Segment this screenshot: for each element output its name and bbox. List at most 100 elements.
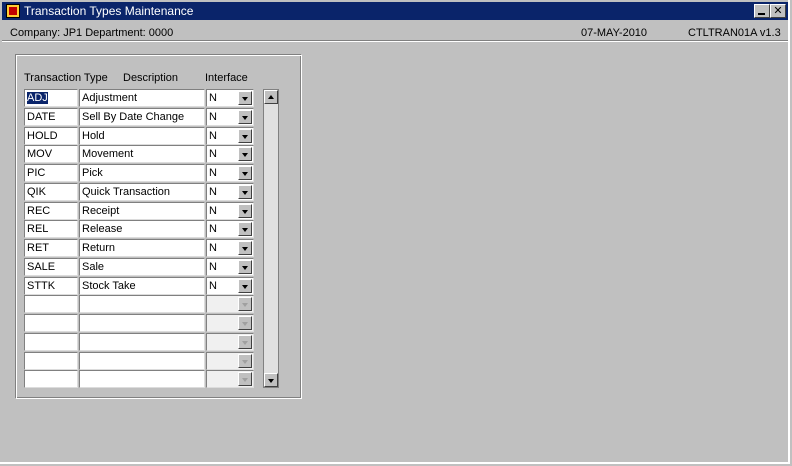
transaction-type-field[interactable]: REL <box>24 220 78 238</box>
chevron-down-icon[interactable] <box>238 204 252 218</box>
context-bar: Company: JP1 Department: 0000 07-MAY-201… <box>2 24 788 41</box>
description-field[interactable]: Release <box>79 220 205 238</box>
table-row: DATE Sell By Date Change N <box>24 108 254 126</box>
interface-select[interactable]: N <box>206 239 254 257</box>
interface-value: N <box>209 186 217 198</box>
description-field[interactable] <box>79 295 205 313</box>
interface-select[interactable] <box>206 314 254 332</box>
interface-value: N <box>209 280 217 292</box>
interface-select[interactable]: N <box>206 258 254 276</box>
chevron-down-icon[interactable] <box>238 222 252 236</box>
transaction-type-field[interactable]: MOV <box>24 145 78 163</box>
description-field[interactable]: Stock Take <box>79 277 205 295</box>
interface-select[interactable]: N <box>206 145 254 163</box>
interface-select[interactable] <box>206 333 254 351</box>
transaction-type-field[interactable]: DATE <box>24 108 78 126</box>
transaction-type-field[interactable]: ADJ <box>24 89 78 107</box>
transaction-type-field[interactable]: REC <box>24 202 78 220</box>
transaction-type-field[interactable] <box>24 333 78 351</box>
interface-select[interactable]: N <box>206 183 254 201</box>
transaction-type-field[interactable] <box>24 352 78 370</box>
table-row: QIK Quick Transaction N <box>24 183 254 201</box>
description-field[interactable]: Hold <box>79 127 205 145</box>
table-row: MOV Movement N <box>24 145 254 163</box>
transaction-type-field[interactable]: HOLD <box>24 127 78 145</box>
description-field[interactable] <box>79 314 205 332</box>
chevron-down-icon[interactable] <box>238 297 252 311</box>
chevron-down-icon[interactable] <box>238 185 252 199</box>
column-header-interface: Interface <box>205 72 248 84</box>
table-row <box>24 352 254 370</box>
transaction-type-field[interactable] <box>24 295 78 313</box>
company-department-label: Company: JP1 Department: 0000 <box>10 27 174 39</box>
interface-select[interactable] <box>206 352 254 370</box>
description-field[interactable]: Pick <box>79 164 205 182</box>
chevron-down-icon[interactable] <box>238 241 252 255</box>
interface-select[interactable]: N <box>206 220 254 238</box>
table-row: PIC Pick N <box>24 164 254 182</box>
interface-value: N <box>209 205 217 217</box>
chevron-down-icon[interactable] <box>238 316 252 330</box>
transaction-type-field[interactable]: SALE <box>24 258 78 276</box>
description-field[interactable]: Movement <box>79 145 205 163</box>
description-field[interactable] <box>79 333 205 351</box>
chevron-down-icon[interactable] <box>238 166 252 180</box>
interface-select[interactable] <box>206 295 254 313</box>
description-field[interactable] <box>79 370 205 388</box>
description-field[interactable]: Sell By Date Change <box>79 108 205 126</box>
column-header-transaction-type: Transaction Type <box>24 72 108 84</box>
transaction-type-field[interactable] <box>24 370 78 388</box>
interface-select[interactable]: N <box>206 202 254 220</box>
chevron-down-icon[interactable] <box>238 110 252 124</box>
transaction-type-value: REL <box>27 223 49 235</box>
transaction-type-field[interactable] <box>24 314 78 332</box>
form-version: CTLTRAN01A v1.3 <box>688 27 781 39</box>
chevron-down-icon[interactable] <box>238 147 252 161</box>
interface-select[interactable]: N <box>206 164 254 182</box>
chevron-down-icon[interactable] <box>238 354 252 368</box>
close-button[interactable]: ✕ <box>770 4 786 18</box>
transaction-type-field[interactable]: QIK <box>24 183 78 201</box>
scroll-down-arrow-icon[interactable] <box>264 373 278 387</box>
table-row: REC Receipt N <box>24 202 254 220</box>
transaction-type-field[interactable]: PIC <box>24 164 78 182</box>
transaction-type-value: PIC <box>27 167 46 179</box>
chevron-down-icon[interactable] <box>238 129 252 143</box>
transaction-type-value: SALE <box>27 261 56 273</box>
description-field[interactable]: Return <box>79 239 205 257</box>
interface-value: N <box>209 111 217 123</box>
transaction-type-field[interactable]: STTK <box>24 277 78 295</box>
title-bar[interactable]: Transaction Types Maintenance ✕ <box>2 2 788 20</box>
table-row: ADJ Adjustment N <box>24 89 254 107</box>
description-field[interactable]: Adjustment <box>79 89 205 107</box>
table-row: HOLD Hold N <box>24 127 254 145</box>
description-field[interactable]: Receipt <box>79 202 205 220</box>
table-row: STTK Stock Take N <box>24 277 254 295</box>
app-icon[interactable] <box>6 4 20 18</box>
chevron-down-icon[interactable] <box>238 91 252 105</box>
window-title: Transaction Types Maintenance <box>24 4 194 18</box>
interface-select[interactable]: N <box>206 277 254 295</box>
interface-select[interactable]: N <box>206 89 254 107</box>
chevron-down-icon[interactable] <box>238 260 252 274</box>
interface-value: N <box>209 242 217 254</box>
transaction-type-value: HOLD <box>27 130 58 142</box>
chevron-down-icon[interactable] <box>238 372 252 386</box>
description-field[interactable]: Sale <box>79 258 205 276</box>
transaction-type-value: STTK <box>27 280 56 292</box>
description-field[interactable]: Quick Transaction <box>79 183 205 201</box>
vertical-scrollbar[interactable] <box>263 89 279 388</box>
interface-value: N <box>209 261 217 273</box>
table-row: REL Release N <box>24 220 254 238</box>
scroll-up-arrow-icon[interactable] <box>264 90 278 104</box>
description-field[interactable] <box>79 352 205 370</box>
interface-select[interactable] <box>206 370 254 388</box>
table-row <box>24 333 254 351</box>
chevron-down-icon[interactable] <box>238 279 252 293</box>
transaction-type-field[interactable]: RET <box>24 239 78 257</box>
chevron-down-icon[interactable] <box>238 335 252 349</box>
interface-select[interactable]: N <box>206 108 254 126</box>
table-row: SALE Sale N <box>24 258 254 276</box>
minimize-button[interactable] <box>754 4 770 18</box>
interface-select[interactable]: N <box>206 127 254 145</box>
